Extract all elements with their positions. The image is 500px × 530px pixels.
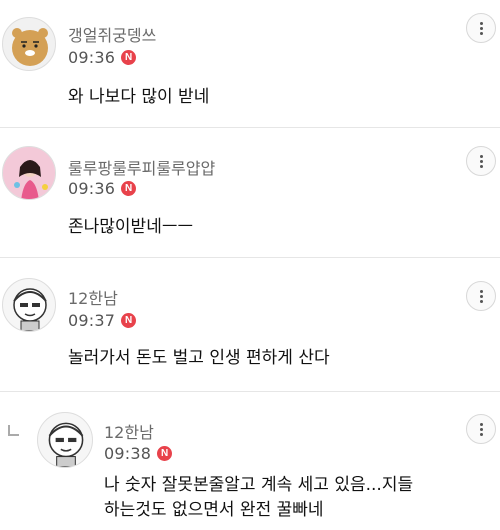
comment-meta: 09:38 N — [104, 444, 173, 463]
comment-text: 존나많이받네ㅡㅡ — [68, 217, 194, 237]
comment-text: 와 나보다 많이 받네 — [68, 87, 210, 107]
timestamp: 09:36 — [68, 48, 116, 67]
character-photo-icon — [3, 147, 55, 199]
nickname[interactable]: 12한남 — [68, 285, 118, 309]
more-options-button[interactable] — [466, 146, 496, 176]
cartoon-face-icon — [48, 422, 84, 467]
avatar[interactable] — [2, 278, 56, 332]
avatar[interactable] — [2, 17, 56, 71]
new-badge: N — [157, 446, 173, 461]
avatar[interactable] — [2, 146, 56, 200]
comment-item: 룰루팡룰루피룰루얍얍 09:36 N 존나많이받네ㅡㅡ — [0, 128, 500, 258]
reply-text-line-2: 하는것도 없으면서 완전 꿀빠네 — [104, 500, 324, 520]
more-options-button[interactable] — [466, 281, 496, 311]
more-vertical-icon — [479, 422, 483, 426]
new-badge: N — [121, 181, 137, 196]
comment-meta: 09:37 N — [68, 311, 137, 330]
reply-arrow-icon — [8, 425, 19, 436]
avatar[interactable] — [37, 412, 93, 468]
comment-meta: 09:36 N — [68, 48, 137, 67]
nickname[interactable]: 12한남 — [104, 419, 154, 443]
timestamp: 09:37 — [68, 311, 116, 330]
comment-text: 놀러가서 돈도 벌고 인생 편하게 산다 — [68, 348, 330, 368]
timestamp: 09:38 — [104, 444, 152, 463]
more-options-button[interactable] — [466, 414, 496, 444]
more-options-button[interactable] — [466, 13, 496, 43]
reply-item: 12한남 09:38 N 나 숫자 잘못본줄알고 계속 세고 있음...지들 하… — [0, 392, 500, 530]
comment-item: 12한남 09:37 N 놀러가서 돈도 벌고 인생 편하게 산다 — [0, 258, 500, 392]
more-vertical-icon — [479, 21, 483, 25]
ryan-character-icon — [12, 28, 48, 66]
nickname[interactable]: 룰루팡룰루피룰루얍얍 — [68, 155, 215, 179]
reply-text-line-1: 나 숫자 잘못본줄알고 계속 세고 있음...지들 — [104, 475, 414, 495]
cartoon-face-icon — [13, 288, 47, 331]
timestamp: 09:36 — [68, 179, 116, 198]
comment-meta: 09:36 N — [68, 179, 137, 198]
new-badge: N — [121, 313, 137, 328]
more-vertical-icon — [479, 154, 483, 158]
new-badge: N — [121, 50, 137, 65]
more-vertical-icon — [479, 289, 483, 293]
comment-item: 갱얼쥐궁뎅쓰 09:36 N 와 나보다 많이 받네 — [0, 0, 500, 128]
nickname[interactable]: 갱얼쥐궁뎅쓰 — [68, 22, 156, 46]
